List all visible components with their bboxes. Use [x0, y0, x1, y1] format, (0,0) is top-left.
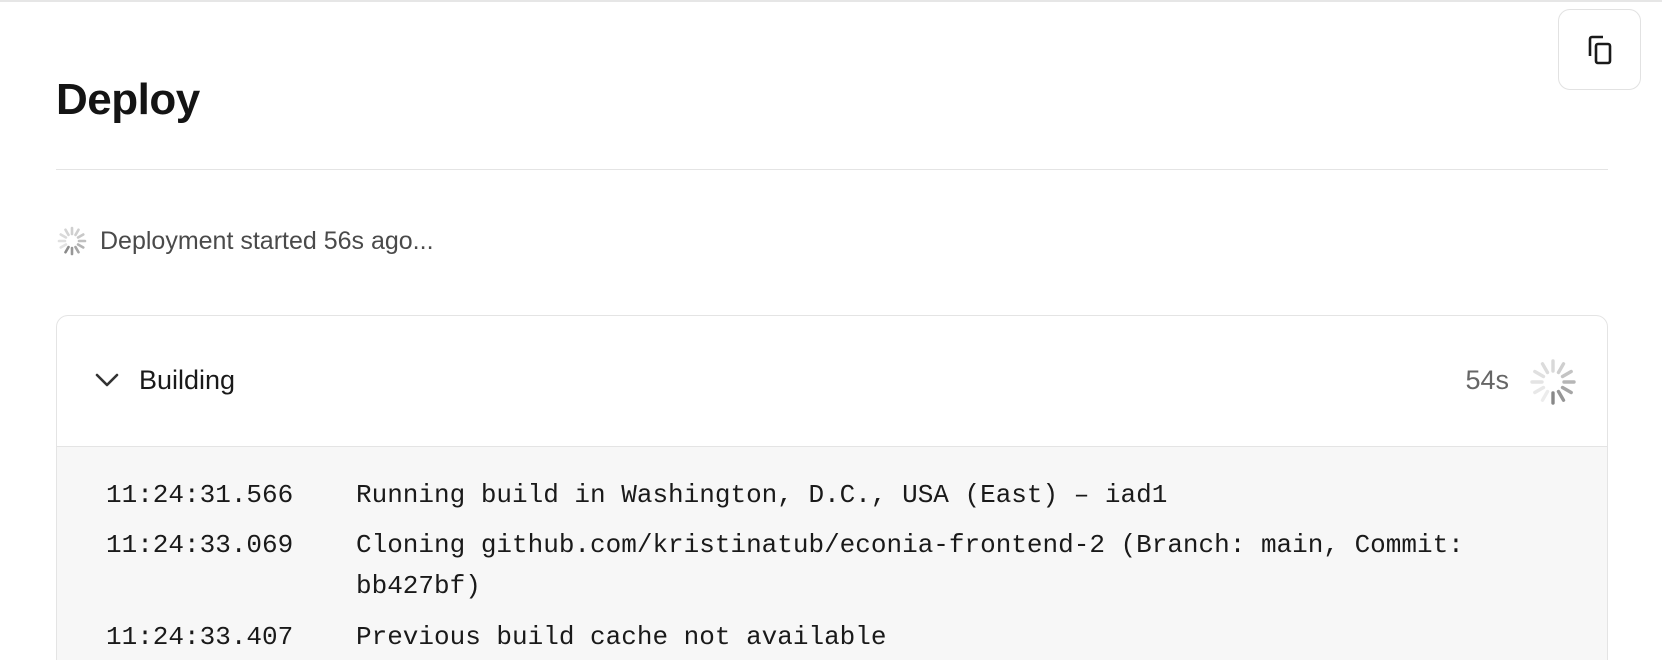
- page-title: Deploy: [56, 75, 200, 124]
- copy-button[interactable]: [1558, 9, 1641, 90]
- deployment-status-text: Deployment started 56s ago...: [100, 226, 434, 255]
- spinner-icon: [1529, 358, 1577, 406]
- deployment-status: Deployment started 56s ago...: [56, 224, 434, 258]
- log-message: Previous build cache not available: [356, 622, 887, 652]
- copy-icon: [1585, 34, 1615, 66]
- log-message: Cloning github.com/kristinatub/econia-fr…: [356, 530, 1464, 601]
- log-timestamp: 11:24:33.407: [106, 622, 294, 652]
- log-timestamp: 11:24:33.069: [106, 530, 294, 560]
- build-log: 11:24:31.566 Running build in Washington…: [57, 447, 1607, 660]
- top-border: [0, 0, 1662, 2]
- spinner-icon: [56, 225, 88, 257]
- title-divider: [56, 169, 1608, 170]
- build-step-title: Building: [139, 365, 236, 395]
- log-timestamp: 11:24:31.566: [106, 480, 294, 510]
- log-message: Running build in Washington, D.C., USA (…: [356, 480, 1168, 510]
- build-duration: 54s: [1465, 365, 1509, 395]
- chevron-down-icon[interactable]: [93, 366, 121, 394]
- build-panel: Building 54s 11:24:31.566 Running build …: [56, 315, 1608, 660]
- build-step-header[interactable]: Building 54s: [57, 316, 1607, 447]
